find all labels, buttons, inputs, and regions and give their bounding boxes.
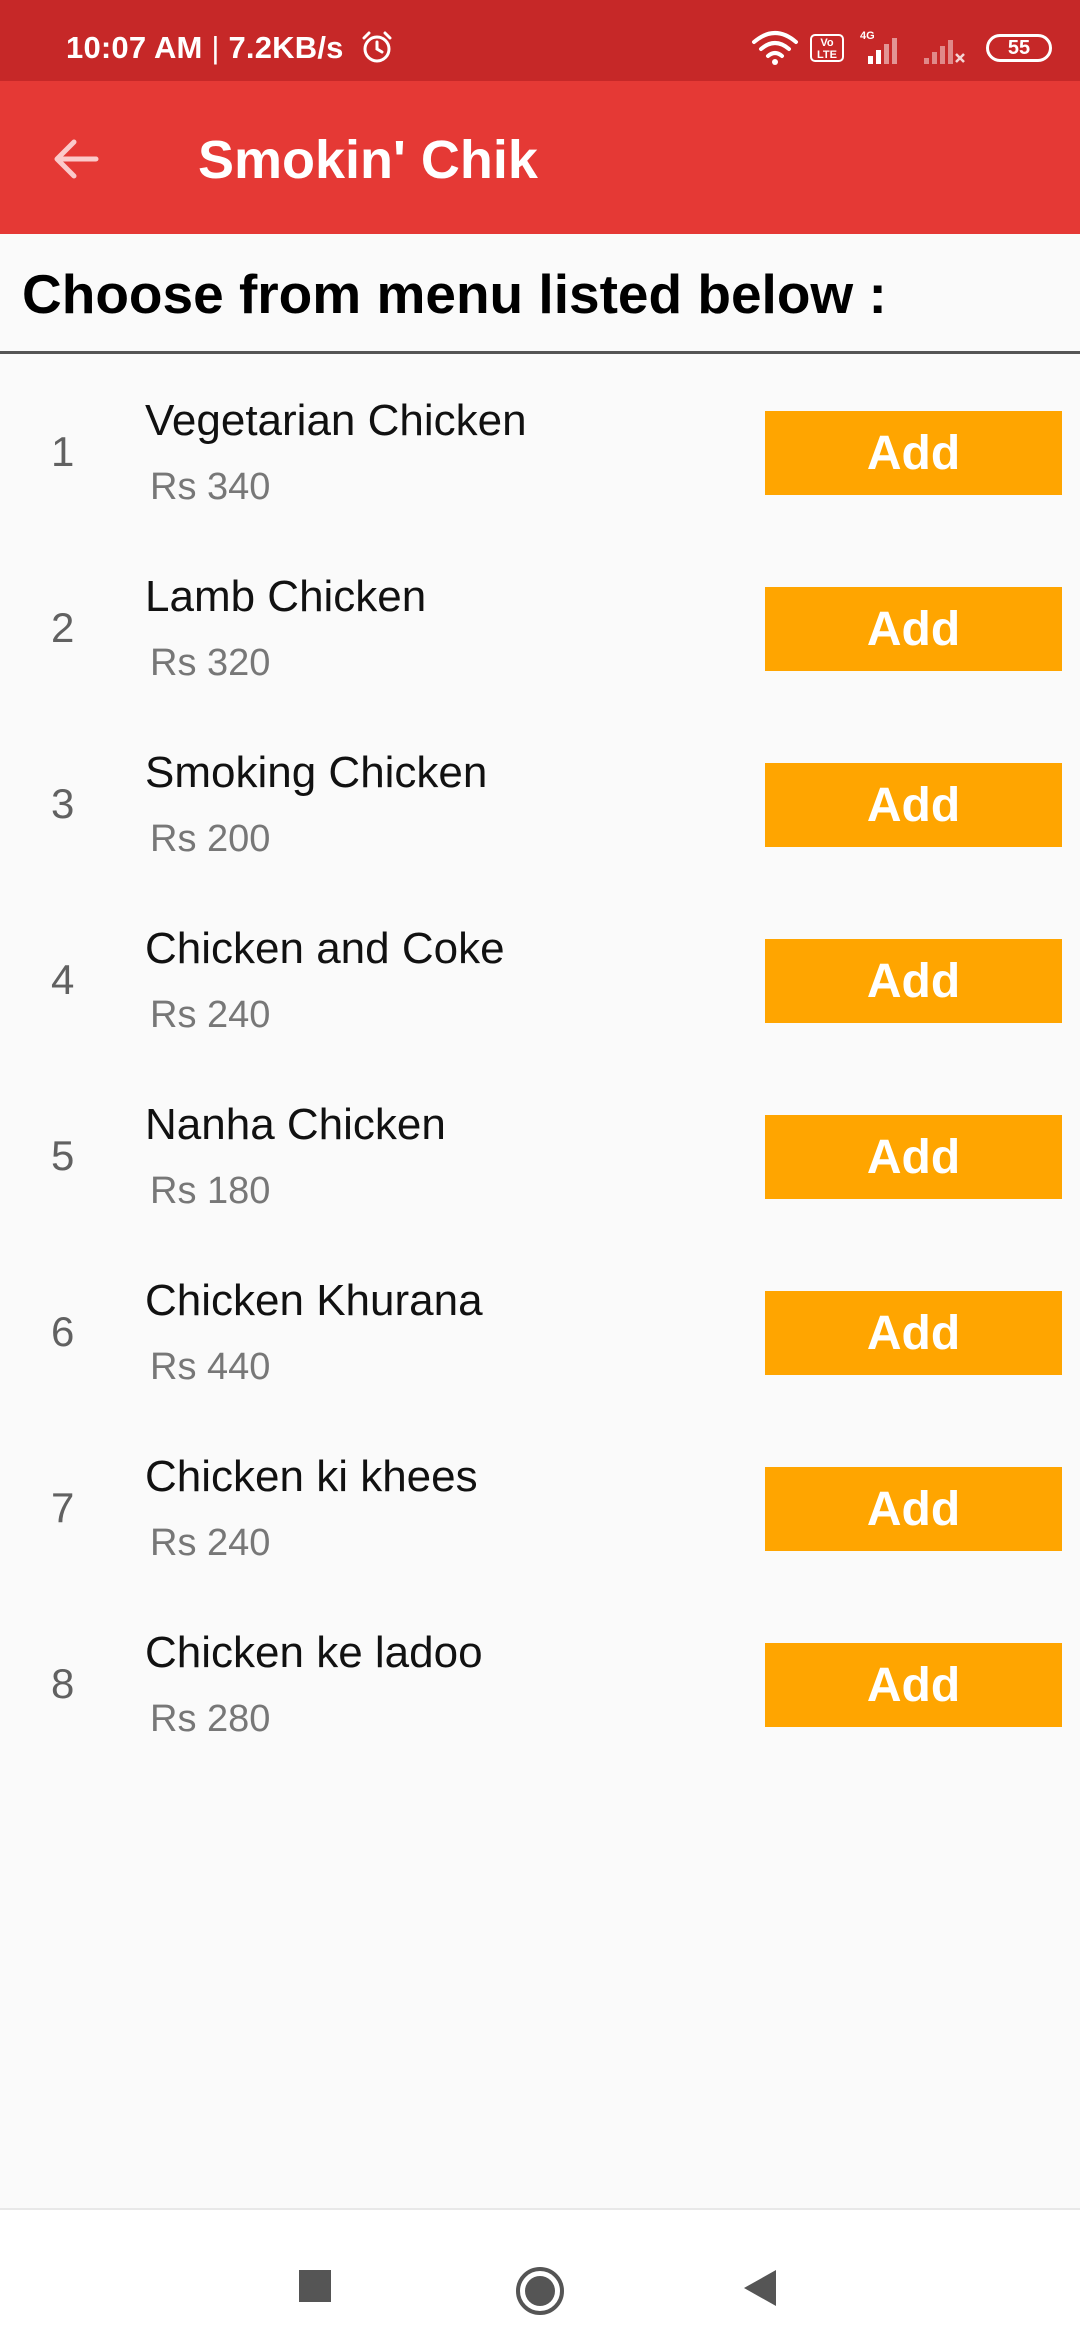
status-separator: | — [202, 30, 229, 65]
status-icons: Vo LTE 4G 55 — [750, 0, 1080, 81]
svg-text:4G: 4G — [860, 30, 875, 42]
item-name: Chicken and Coke — [145, 924, 505, 973]
network-speed: 7.2KB/s — [228, 30, 344, 65]
arrow-back-icon[interactable] — [50, 133, 102, 185]
item-name: Vegetarian Chicken — [145, 396, 527, 445]
list-item: 5 Nanha Chicken Rs 180 Add — [0, 1060, 1080, 1236]
item-price: Rs 280 — [150, 1698, 271, 1740]
square-icon[interactable] — [299, 2270, 331, 2302]
item-price: Rs 180 — [150, 1170, 271, 1212]
item-price: Rs 240 — [150, 1522, 271, 1564]
triangle-back-icon[interactable] — [742, 2268, 778, 2308]
add-button[interactable]: Add — [765, 1115, 1062, 1199]
status-time-area: 10:07 AM | 7.2KB/s — [66, 30, 344, 66]
add-button[interactable]: Add — [765, 411, 1062, 495]
item-price: Rs 440 — [150, 1346, 271, 1388]
list-item: 8 Chicken ke ladoo Rs 280 Add — [0, 1588, 1080, 1764]
item-name: Nanha Chicken — [145, 1100, 446, 1149]
item-name: Chicken ke ladoo — [145, 1628, 483, 1677]
item-index: 4 — [51, 956, 75, 1003]
menu-header: Choose from menu listed below : — [22, 263, 887, 325]
navigation-bar — [0, 2208, 1080, 2340]
item-index: 8 — [51, 1660, 75, 1707]
list-item: 4 Chicken and Coke Rs 240 Add — [0, 884, 1080, 1060]
item-index: 1 — [51, 428, 75, 475]
wifi-icon — [752, 31, 798, 65]
item-name: Chicken Khurana — [145, 1276, 483, 1325]
signal-icon-sim2 — [924, 40, 965, 64]
item-index: 2 — [51, 604, 75, 651]
add-button[interactable]: Add — [765, 1467, 1062, 1551]
item-name: Chicken ki khees — [145, 1452, 478, 1501]
app-bar: Smokin' Chik — [0, 81, 1080, 234]
battery-icon: 55 — [986, 34, 1052, 62]
item-price: Rs 320 — [150, 642, 271, 684]
list-item: 6 Chicken Khurana Rs 440 Add — [0, 1236, 1080, 1412]
circle-icon[interactable] — [514, 2265, 566, 2317]
list-item: 1 Vegetarian Chicken Rs 340 Add — [0, 356, 1080, 532]
menu-list: 1 Vegetarian Chicken Rs 340 Add 2 Lamb C… — [0, 356, 1080, 1764]
status-time: 10:07 AM — [66, 30, 203, 65]
list-item: 2 Lamb Chicken Rs 320 Add — [0, 532, 1080, 708]
item-price: Rs 200 — [150, 818, 271, 860]
item-name: Smoking Chicken — [145, 748, 488, 797]
list-item: 7 Chicken ki khees Rs 240 Add — [0, 1412, 1080, 1588]
add-button[interactable]: Add — [765, 939, 1062, 1023]
item-index: 3 — [51, 780, 75, 827]
header-divider — [0, 351, 1080, 354]
add-button[interactable]: Add — [765, 1643, 1062, 1727]
item-price: Rs 240 — [150, 994, 271, 1036]
status-bar: 10:07 AM | 7.2KB/s Vo LTE 4G 55 — [0, 0, 1080, 81]
signal-icon: 4G — [860, 30, 897, 64]
app-title: Smokin' Chik — [198, 130, 538, 190]
item-index: 6 — [51, 1308, 75, 1355]
list-item: 3 Smoking Chicken Rs 200 Add — [0, 708, 1080, 884]
item-index: 5 — [51, 1132, 75, 1179]
item-price: Rs 340 — [150, 466, 271, 508]
item-name: Lamb Chicken — [145, 572, 427, 621]
add-button[interactable]: Add — [765, 763, 1062, 847]
alarm-icon — [362, 31, 392, 63]
item-index: 7 — [51, 1484, 75, 1531]
volte-icon: Vo LTE — [810, 34, 844, 62]
add-button[interactable]: Add — [765, 1291, 1062, 1375]
add-button[interactable]: Add — [765, 587, 1062, 671]
